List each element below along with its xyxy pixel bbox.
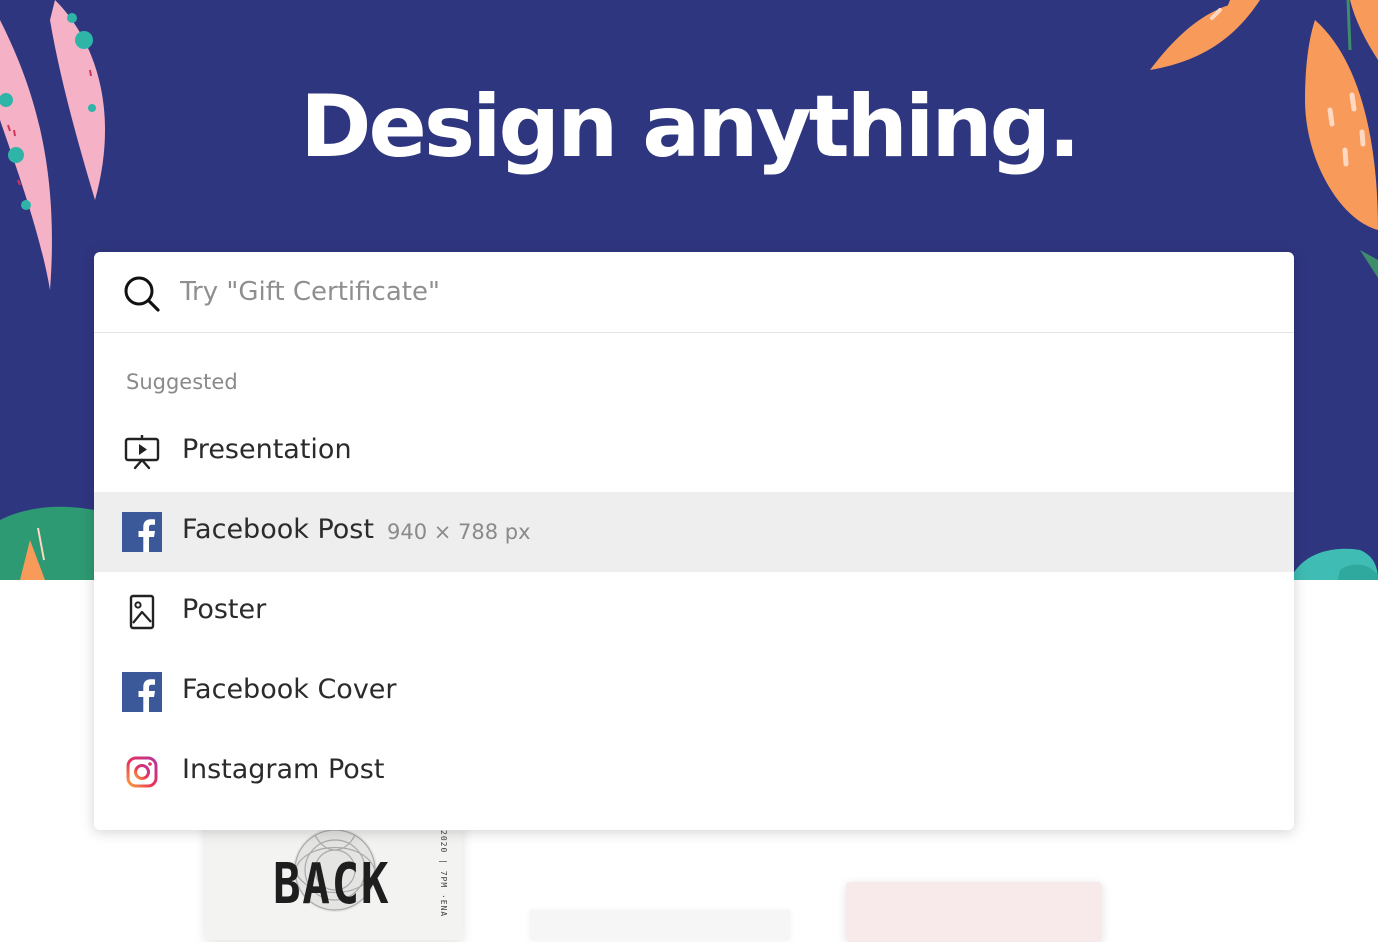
search-icon bbox=[122, 274, 162, 314]
suggestion-presentation[interactable]: Presentation bbox=[94, 412, 1294, 492]
suggestion-label: Facebook Cover bbox=[182, 674, 397, 705]
suggestion-instagram-post[interactable]: Instagram Post bbox=[94, 732, 1294, 812]
instagram-icon bbox=[122, 752, 162, 792]
presentation-icon bbox=[122, 432, 162, 472]
suggestion-facebook-post[interactable]: Facebook Post 940 × 788 px bbox=[94, 492, 1294, 572]
suggestion-label: Presentation bbox=[182, 434, 352, 465]
suggestion-label: Facebook Post bbox=[182, 514, 374, 545]
template-card-pink[interactable] bbox=[846, 882, 1102, 942]
template-card-vertical-text: 2020 | 7PM ·ENA bbox=[439, 830, 448, 918]
search-bar bbox=[94, 252, 1294, 333]
facebook-icon bbox=[122, 672, 162, 712]
template-card-middle[interactable] bbox=[530, 910, 790, 940]
suggested-heading: Suggested bbox=[126, 370, 238, 394]
search-input[interactable] bbox=[180, 270, 1260, 314]
suggestion-label: Instagram Post bbox=[182, 754, 385, 785]
search-dropdown: Suggested Presentation Facebook Post 940… bbox=[94, 252, 1294, 830]
suggestion-label: Poster bbox=[182, 594, 267, 625]
suggestion-dimensions: 940 × 788 px bbox=[387, 520, 531, 544]
page-headline: Design anything. bbox=[300, 77, 1081, 177]
facebook-icon bbox=[122, 512, 162, 552]
suggestion-poster[interactable]: Poster bbox=[94, 572, 1294, 652]
suggestion-facebook-cover[interactable]: Facebook Cover bbox=[94, 652, 1294, 732]
template-card-title: BACK bbox=[273, 852, 391, 917]
poster-icon bbox=[122, 592, 162, 632]
